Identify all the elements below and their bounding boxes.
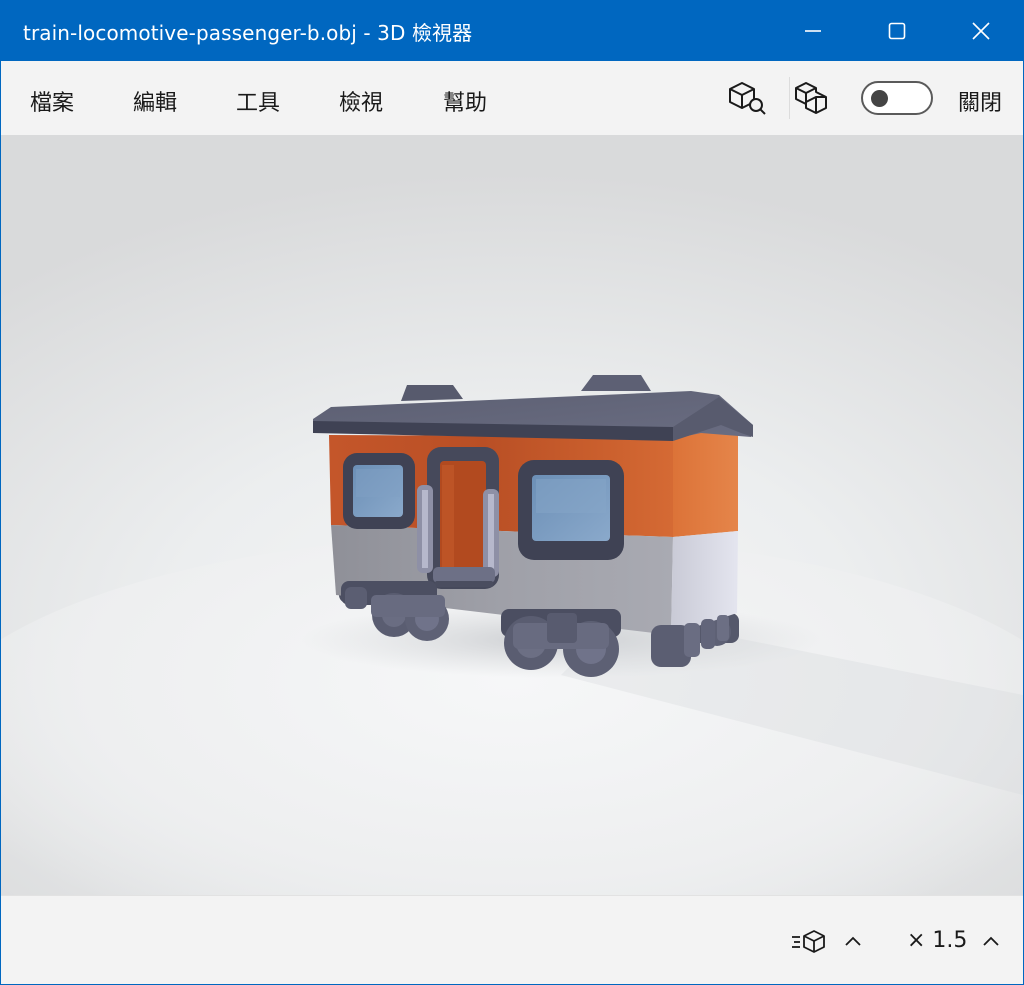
- menu-edit[interactable]: 編輯: [133, 85, 177, 117]
- zoom-expand-button[interactable]: [977, 926, 1005, 956]
- menu-view[interactable]: 檢視: [339, 85, 383, 117]
- menu-file[interactable]: 檔案: [30, 85, 74, 117]
- close-button[interactable]: [939, 1, 1023, 61]
- minimize-button[interactable]: [771, 1, 855, 61]
- car-roof: [313, 375, 753, 441]
- 3d-viewport[interactable]: [1, 135, 1023, 895]
- minimize-icon: [805, 30, 821, 32]
- toggle-label: 關閉: [958, 91, 1003, 116]
- view-models-button[interactable]: [791, 78, 835, 118]
- title-bar[interactable]: train-locomotive-passenger-b.obj - 3D 檢視…: [1, 1, 1023, 61]
- toggle-knob: [871, 90, 888, 107]
- toolbar-separator: [789, 77, 790, 119]
- passenger-train-car[interactable]: [1, 135, 1023, 895]
- animation-button[interactable]: [789, 926, 829, 956]
- lighting-toggle[interactable]: [861, 81, 933, 115]
- car-end-upper: [673, 420, 738, 537]
- menu-help[interactable]: 幫助: [443, 85, 487, 117]
- cubes-icon: [795, 82, 827, 114]
- car-window-left: [343, 453, 415, 529]
- status-bar: × 1.5: [1, 895, 1023, 984]
- menu-tools[interactable]: 工具: [236, 85, 280, 117]
- chevron-up-icon: [983, 936, 999, 946]
- car-door: [417, 447, 499, 589]
- animation-expand-button[interactable]: [839, 926, 867, 956]
- inspect-model-button[interactable]: [725, 78, 769, 118]
- maximize-icon: [888, 22, 906, 40]
- car-window-right: [518, 460, 624, 560]
- window-title: train-locomotive-passenger-b.obj - 3D 檢視…: [23, 21, 473, 45]
- zoom-level[interactable]: × 1.5: [907, 928, 967, 953]
- cube-speed-icon: [792, 930, 825, 953]
- app-window: train-locomotive-passenger-b.obj - 3D 檢視…: [0, 0, 1024, 985]
- cube-search-icon: [729, 82, 766, 115]
- chevron-up-icon: [845, 936, 861, 946]
- maximize-button[interactable]: [855, 1, 939, 61]
- close-icon: [972, 22, 990, 40]
- menu-bar: 檔案 編輯 工具 檢視 幫助 關閉: [1, 61, 1023, 135]
